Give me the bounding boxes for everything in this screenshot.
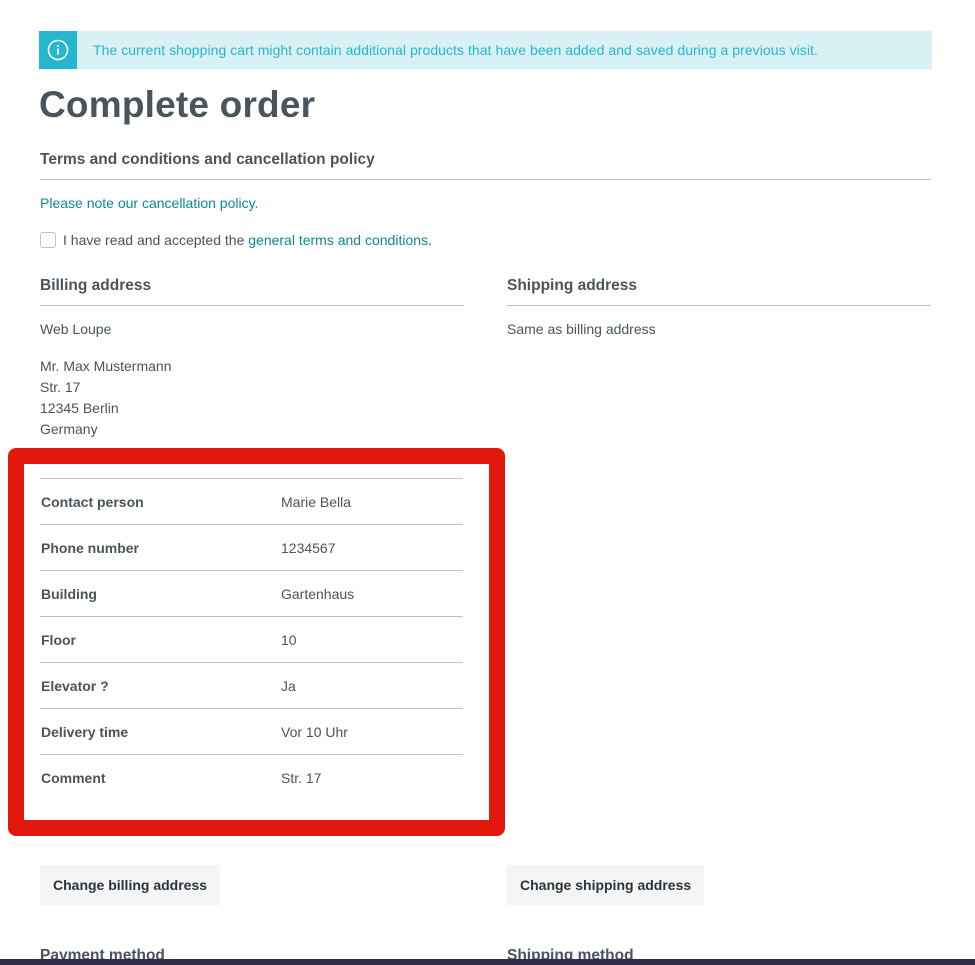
phone-number-label: Phone number: [41, 540, 140, 556]
building-value: Gartenhaus: [281, 586, 355, 602]
floor-label: Floor: [41, 632, 76, 648]
comment-label: Comment: [41, 770, 106, 786]
billing-street: Str. 17: [40, 379, 81, 395]
info-banner: The current shopping cart might contain …: [39, 31, 932, 69]
phone-number-value: 1234567: [281, 540, 336, 556]
terms-checkbox-label: I have read and accepted the general ter…: [63, 232, 432, 248]
table-row: Delivery time Vor 10 Uhr: [40, 709, 463, 755]
billing-name: Mr. Max Mustermann: [40, 358, 172, 374]
billing-address-lines: Mr. Max Mustermann Str. 17 12345 Berlin …: [40, 356, 171, 440]
terms-checkbox[interactable]: [40, 232, 56, 248]
billing-country: Germany: [40, 421, 98, 437]
billing-address-heading: Billing address: [40, 277, 152, 294]
terms-checkbox-label-prefix: I have read and accepted the: [63, 232, 245, 248]
table-row: Floor 10: [40, 617, 463, 663]
table-row: Building Gartenhaus: [40, 571, 463, 617]
terms-heading: Terms and conditions and cancellation po…: [40, 151, 375, 168]
delivery-time-value: Vor 10 Uhr: [281, 724, 348, 740]
shipping-address-heading: Shipping address: [507, 277, 638, 294]
shipping-same-as-billing: Same as billing address: [507, 321, 656, 337]
general-terms-link[interactable]: general terms and conditions: [248, 232, 428, 248]
info-banner-text: The current shopping cart might contain …: [93, 42, 818, 58]
billing-divider: [40, 305, 464, 306]
elevator-value: Ja: [281, 678, 296, 694]
table-row: Phone number 1234567: [40, 525, 463, 571]
shipping-divider: [507, 305, 931, 306]
comment-value: Str. 17: [281, 770, 322, 786]
elevator-label: Elevator ?: [41, 678, 109, 694]
building-label: Building: [41, 586, 97, 602]
contact-person-value: Marie Bella: [281, 494, 352, 510]
table-row: Comment Str. 17: [40, 755, 463, 800]
page-title: Complete order: [39, 84, 316, 125]
change-shipping-address-button[interactable]: Change shipping address: [507, 865, 705, 905]
billing-company: Web Loupe: [40, 321, 112, 337]
billing-city: 12345 Berlin: [40, 400, 119, 416]
cancellation-policy-link[interactable]: Please note our cancellation policy.: [40, 195, 258, 211]
terms-divider: [40, 179, 931, 180]
billing-details-table: Contact person Marie Bella Phone number …: [40, 478, 463, 800]
info-icon: [39, 31, 77, 69]
terms-checkbox-label-suffix: .: [428, 232, 432, 248]
bottom-bar: [0, 959, 975, 965]
floor-value: 10: [281, 632, 297, 648]
contact-person-label: Contact person: [41, 494, 144, 510]
table-row: Elevator ? Ja: [40, 663, 463, 709]
change-billing-address-button[interactable]: Change billing address: [40, 865, 221, 905]
delivery-time-label: Delivery time: [41, 724, 129, 740]
table-row: Contact person Marie Bella: [40, 479, 463, 525]
